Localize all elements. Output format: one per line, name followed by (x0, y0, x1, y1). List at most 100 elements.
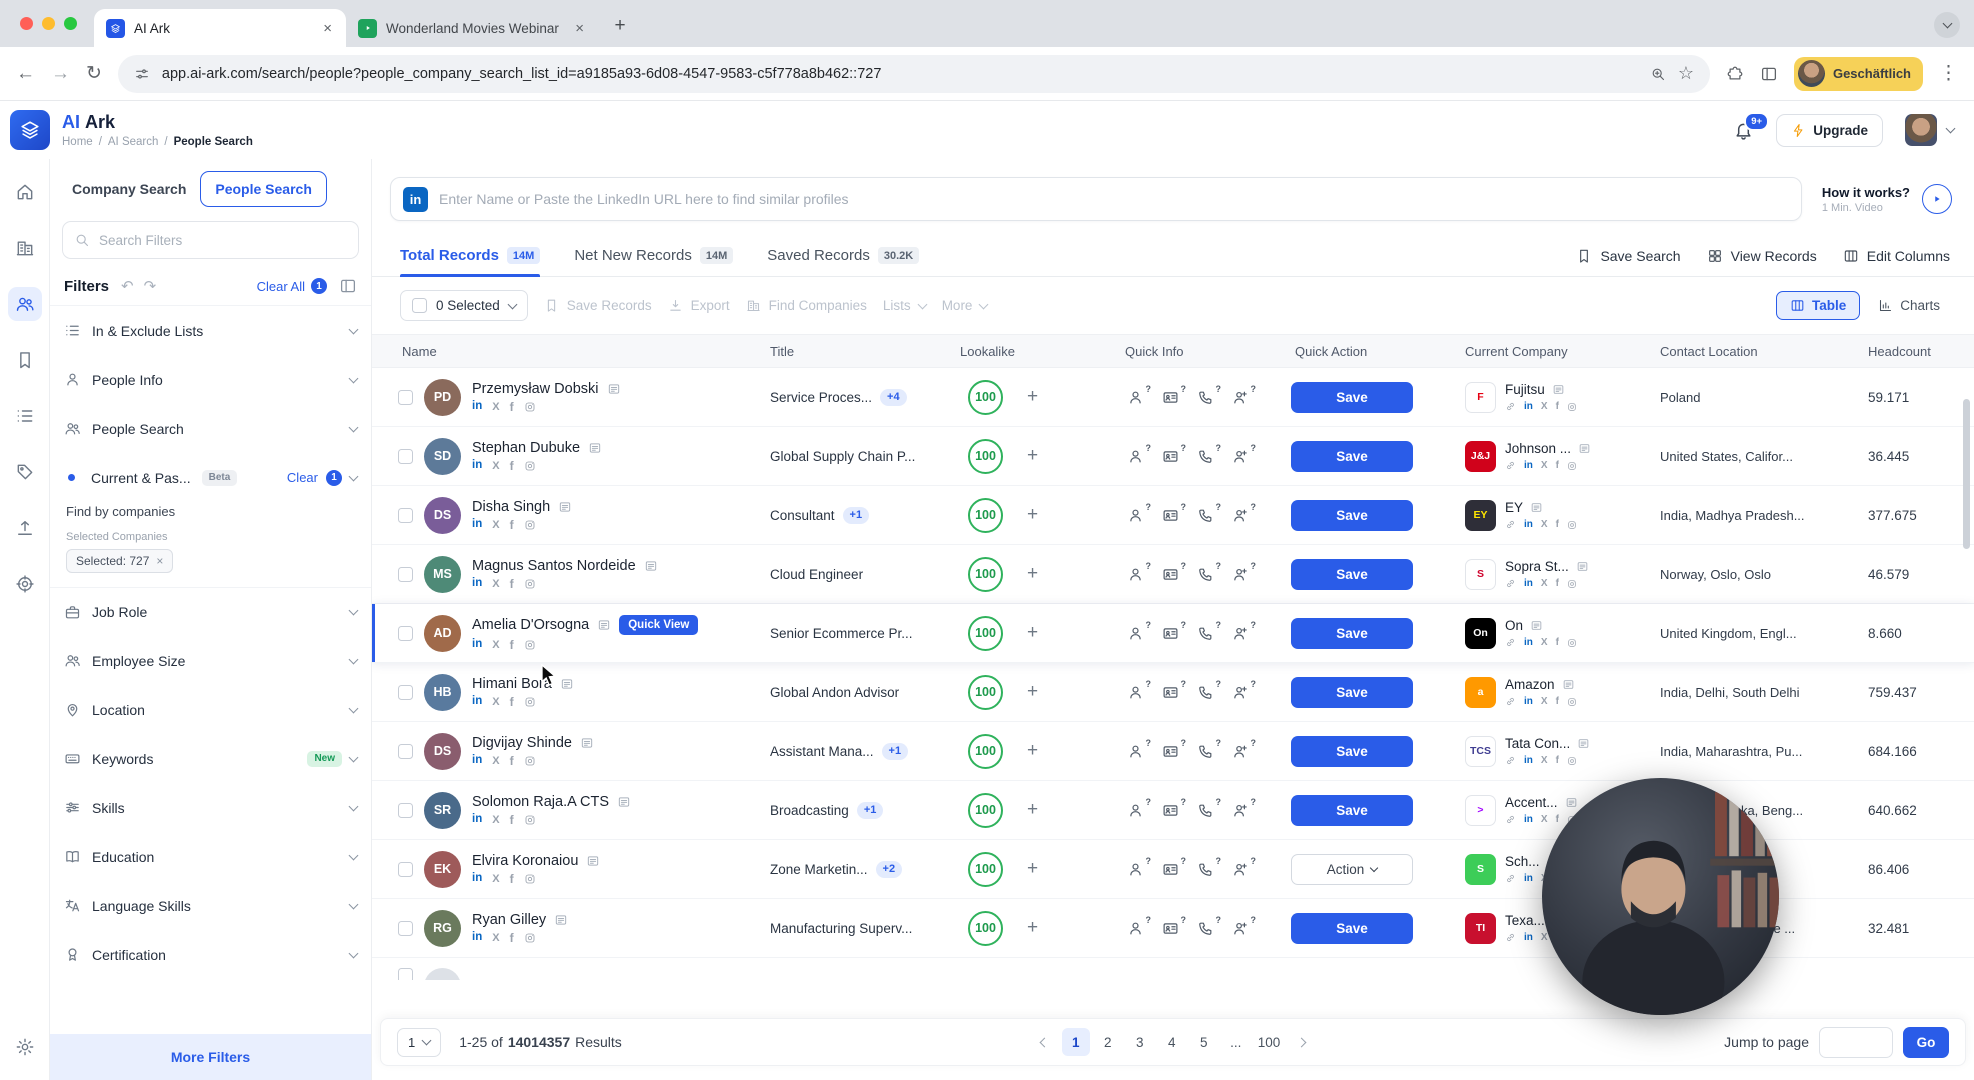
facebook-icon[interactable]: f (510, 932, 514, 944)
how-it-works[interactable]: How it works? 1 Min. Video (1822, 184, 1952, 214)
add-lookalike-button[interactable]: + (1027, 917, 1038, 939)
company-x-icon[interactable]: X (1541, 932, 1548, 943)
table-row[interactable]: HB Himani Bora in X f Global Andon Advis… (372, 663, 1974, 722)
facebook-icon[interactable]: f (510, 873, 514, 885)
company-name[interactable]: Accent... (1505, 795, 1558, 810)
export-button[interactable]: Export (668, 298, 730, 313)
selected-count-control[interactable]: 0 Selected (400, 290, 528, 321)
company-instagram-icon[interactable] (1567, 638, 1577, 648)
linkedin-icon[interactable]: in (472, 814, 482, 826)
profile-note-icon[interactable] (586, 854, 600, 868)
reveal-email-icon[interactable]: ? (1162, 797, 1186, 819)
reveal-social-icon[interactable]: ? (1232, 443, 1256, 465)
facebook-icon[interactable]: f (510, 460, 514, 472)
linkedin-icon[interactable]: in (472, 755, 482, 767)
reveal-email-icon[interactable]: ? (1162, 856, 1186, 878)
company-facebook-icon[interactable]: f (1556, 460, 1559, 471)
company-x-icon[interactable]: X (1541, 578, 1548, 589)
filter-section-people-info[interactable]: People Info (50, 355, 371, 404)
tab-net-new-records[interactable]: Net New Records 14M (574, 235, 734, 276)
row-checkbox[interactable] (398, 507, 413, 523)
linkedin-icon[interactable]: in (472, 639, 482, 651)
x-icon[interactable]: X (492, 639, 499, 651)
table-row[interactable]: MS Magnus Santos Nordeide in X f Cloud E… (372, 545, 1974, 604)
more-button[interactable]: More (942, 298, 989, 313)
facebook-icon[interactable]: f (510, 519, 514, 531)
quick-action-button[interactable]: Save (1291, 381, 1413, 413)
table-row[interactable]: PD Przemysław Dobski in X f Service Proc… (372, 368, 1974, 427)
webcam-bubble[interactable] (1542, 778, 1779, 1015)
filter-section-certification[interactable]: Certification (50, 930, 371, 979)
company-name[interactable]: On (1505, 618, 1523, 633)
company-linkedin-icon[interactable]: in (1524, 755, 1533, 766)
company-instagram-icon[interactable] (1567, 579, 1577, 589)
column-header-contact-location[interactable]: Contact Location (1652, 344, 1860, 359)
company-facebook-icon[interactable]: f (1556, 519, 1559, 530)
company-x-icon[interactable]: X (1541, 696, 1548, 707)
person-name[interactable]: Disha Singh (472, 499, 550, 515)
profile-note-icon[interactable] (554, 913, 568, 927)
bookmark-star-icon[interactable]: ☆ (1678, 63, 1694, 84)
company-x-icon[interactable]: X (1541, 401, 1548, 412)
tab-saved-records[interactable]: Saved Records 30.2K (767, 235, 920, 276)
fullscreen-window-button[interactable] (64, 17, 77, 30)
company-instagram-icon[interactable] (1567, 461, 1577, 471)
company-x-icon[interactable]: X (1541, 755, 1548, 766)
x-icon[interactable]: X (492, 814, 499, 826)
instagram-icon[interactable] (524, 932, 536, 944)
reveal-profile-icon[interactable]: ? (1127, 856, 1151, 878)
company-note-icon[interactable] (1576, 560, 1589, 573)
filter-section-in-exclude-lists[interactable]: In & Exclude Lists (50, 306, 371, 355)
row-checkbox[interactable] (398, 448, 413, 464)
instagram-icon[interactable] (524, 639, 536, 651)
reveal-email-icon[interactable]: ? (1162, 502, 1186, 524)
person-name[interactable]: Ryan Gilley (472, 912, 546, 928)
quick-action-button[interactable]: Save (1291, 558, 1413, 590)
page-button-1[interactable]: 1 (1061, 1028, 1090, 1056)
company-linkedin-icon[interactable]: in (1524, 814, 1533, 825)
extensions-icon[interactable] (1726, 65, 1744, 83)
add-lookalike-button[interactable]: + (1027, 563, 1038, 585)
view-records-button[interactable]: View Records (1707, 248, 1817, 264)
person-name[interactable]: Przemysław Dobski (472, 381, 599, 397)
company-name[interactable]: Tata Con... (1505, 736, 1570, 751)
tab-total-records[interactable]: Total Records 14M (400, 235, 541, 277)
column-header-title[interactable]: Title (762, 344, 952, 359)
x-icon[interactable]: X (492, 932, 499, 944)
reveal-email-icon[interactable]: ? (1162, 915, 1186, 937)
profile-note-icon[interactable] (597, 618, 611, 632)
reveal-social-icon[interactable]: ? (1232, 856, 1256, 878)
page-button-last[interactable]: 100 (1254, 1028, 1285, 1056)
filter-section-keywords[interactable]: Keywords New (50, 734, 371, 783)
linkedin-icon[interactable]: in (472, 578, 482, 590)
reveal-profile-icon[interactable]: ? (1127, 797, 1151, 819)
sidebar-settings-icon[interactable] (8, 1030, 42, 1064)
filter-section-skills[interactable]: Skills (50, 783, 371, 832)
reveal-profile-icon[interactable]: ? (1127, 915, 1151, 937)
company-note-icon[interactable] (1530, 501, 1543, 514)
reveal-profile-icon[interactable]: ? (1127, 620, 1151, 642)
instagram-icon[interactable] (524, 814, 536, 826)
browser-tab-active[interactable]: AI Ark × (94, 9, 346, 47)
add-lookalike-button[interactable]: + (1027, 799, 1038, 821)
company-note-icon[interactable] (1577, 737, 1590, 750)
instagram-icon[interactable] (524, 460, 536, 472)
table-row[interactable]: DS Disha Singh in X f Consultant +1 100 … (372, 486, 1974, 545)
new-tab-button[interactable]: + (606, 12, 634, 40)
collapse-panel-icon[interactable] (339, 277, 357, 295)
row-checkbox[interactable] (398, 920, 413, 936)
row-checkbox[interactable] (398, 968, 413, 980)
quick-action-button[interactable]: Save (1291, 499, 1413, 531)
quick-action-button[interactable]: Action (1291, 853, 1413, 885)
company-link-icon[interactable] (1505, 755, 1516, 766)
linkedin-icon[interactable]: in (472, 696, 482, 708)
reveal-phone-icon[interactable]: ? (1197, 915, 1221, 937)
facebook-icon[interactable]: f (510, 578, 514, 590)
reveal-phone-icon[interactable]: ? (1197, 797, 1221, 819)
upgrade-button[interactable]: Upgrade (1776, 113, 1883, 147)
company-link-icon[interactable] (1505, 873, 1516, 884)
company-note-icon[interactable] (1578, 442, 1591, 455)
x-icon[interactable]: X (492, 519, 499, 531)
site-settings-icon[interactable] (134, 66, 150, 82)
next-page-button[interactable] (1288, 1029, 1314, 1055)
